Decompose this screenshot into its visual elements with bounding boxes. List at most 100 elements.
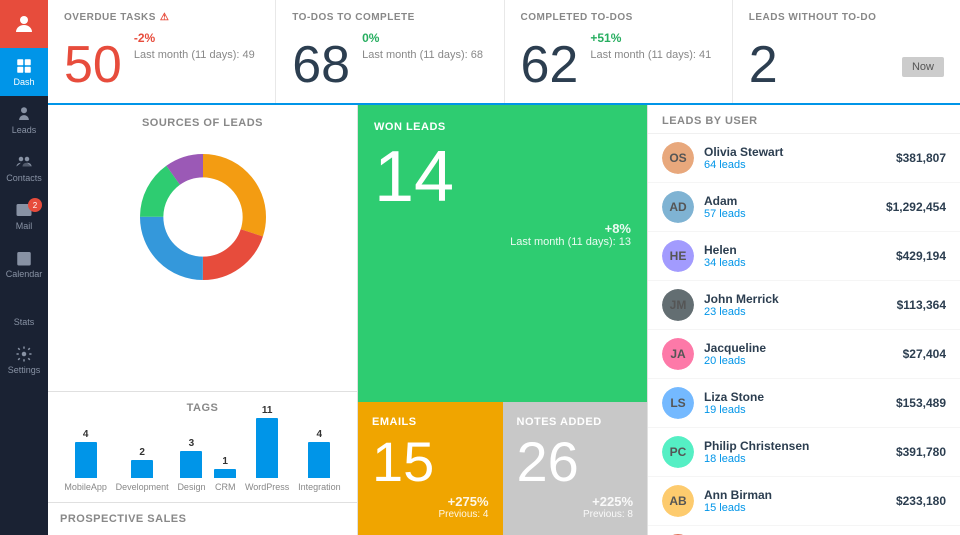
user-value: $1,292,454 bbox=[886, 200, 946, 214]
middle-section: SOURCES OF LEADS bbox=[48, 105, 960, 535]
sidebar-item-leads[interactable]: Leads bbox=[0, 96, 48, 144]
tag-bar bbox=[75, 442, 97, 478]
sidebar-label-leads: Leads bbox=[12, 125, 37, 135]
user-info: Adam 57 leads bbox=[704, 194, 876, 220]
notes-change: +225% bbox=[592, 494, 633, 509]
sidebar-label-stats: Stats bbox=[14, 317, 35, 327]
mail-badge: 2 bbox=[28, 198, 42, 212]
user-name: John Merrick bbox=[704, 292, 887, 306]
now-button[interactable]: Now bbox=[902, 57, 944, 77]
user-avatar-img: LS bbox=[662, 387, 694, 419]
user-row[interactable]: LS Liza Stone 19 leads $153,489 bbox=[648, 379, 960, 428]
user-value: $153,489 bbox=[896, 396, 946, 410]
leads-no-todo-card: LEADS WITHOUT TO-DO 2 Now bbox=[733, 0, 960, 103]
user-leads-count: 20 leads bbox=[704, 355, 893, 367]
leads-no-todo-number: 2 bbox=[749, 39, 778, 91]
prospective-title: PROSPECTIVE SALES bbox=[60, 513, 345, 525]
notes-number: 26 bbox=[517, 434, 634, 490]
user-leads-count: 57 leads bbox=[704, 208, 876, 220]
user-value: $381,807 bbox=[896, 151, 946, 165]
user-name: Jacqueline bbox=[704, 341, 893, 355]
sidebar-item-stats[interactable]: Stats bbox=[0, 288, 48, 336]
user-info: Philip Christensen 18 leads bbox=[704, 439, 886, 465]
sidebar-item-dash[interactable]: Dash bbox=[0, 48, 48, 96]
sidebar-label-dash: Dash bbox=[13, 77, 34, 87]
completed-sub: Last month (11 days): 41 bbox=[590, 49, 711, 61]
user-row[interactable]: JA Jacqueline 20 leads $27,404 bbox=[648, 330, 960, 379]
tag-bar-group: 4 MobileApp bbox=[64, 429, 107, 492]
sources-section: SOURCES OF LEADS bbox=[48, 105, 357, 391]
user-leads-count: 15 leads bbox=[704, 502, 886, 514]
user-value: $233,180 bbox=[896, 494, 946, 508]
user-row[interactable]: JM John Merrick 23 leads $113,364 bbox=[648, 281, 960, 330]
user-value: $391,780 bbox=[896, 445, 946, 459]
stats-row: OVERDUE TASKS ⚠ 50 -2% Last month (11 da… bbox=[48, 0, 960, 105]
user-name: Olivia Stewart bbox=[704, 145, 886, 159]
user-row[interactable]: AB Ann Birman 15 leads $233,180 bbox=[648, 477, 960, 526]
user-info: Helen 34 leads bbox=[704, 243, 886, 269]
overdue-change: -2% bbox=[134, 31, 255, 45]
won-leads-change: +8% bbox=[605, 221, 631, 236]
donut-chart bbox=[60, 137, 345, 297]
todos-card: TO-DOS TO COMPLETE 68 0% Last month (11 … bbox=[276, 0, 504, 103]
user-leads-count: 64 leads bbox=[704, 159, 886, 171]
user-leads-count: 19 leads bbox=[704, 404, 886, 416]
notes-card: NOTES ADDED 26 +225% Previous: 8 bbox=[503, 402, 648, 535]
prospective-section: PROSPECTIVE SALES bbox=[48, 502, 357, 535]
overdue-sub: Last month (11 days): 49 bbox=[134, 49, 255, 61]
user-row[interactable]: HE Helen 34 leads $429,194 bbox=[648, 232, 960, 281]
user-name: Ann Birman bbox=[704, 488, 886, 502]
tag-count: 4 bbox=[317, 429, 323, 440]
emails-card: EMAILS 15 +275% Previous: 4 bbox=[358, 402, 503, 535]
sidebar-item-calendar[interactable]: Calendar bbox=[0, 240, 48, 288]
user-leads-count: 18 leads bbox=[704, 453, 886, 465]
tag-label: Design bbox=[177, 482, 205, 492]
user-row[interactable]: PC Philip Christensen 18 leads $391,780 bbox=[648, 428, 960, 477]
won-leads-card: WON LEADS 14 +8% Last month (11 days): 1… bbox=[358, 105, 647, 402]
emails-change: +275% bbox=[448, 494, 489, 509]
warning-icon: ⚠ bbox=[160, 12, 169, 23]
user-value: $113,364 bbox=[897, 298, 946, 312]
won-leads-sub: +8% Last month (11 days): 13 bbox=[374, 221, 631, 248]
tag-count: 4 bbox=[83, 429, 89, 440]
tag-bar-group: 11 WordPress bbox=[245, 405, 289, 492]
user-avatar-img: AB bbox=[662, 485, 694, 517]
overdue-label: OVERDUE TASKS ⚠ bbox=[64, 12, 259, 23]
completed-change: +51% bbox=[590, 31, 711, 45]
user-value: $429,194 bbox=[896, 249, 946, 263]
todos-change: 0% bbox=[362, 31, 483, 45]
user-info: Ann Birman 15 leads bbox=[704, 488, 886, 514]
tag-bar bbox=[180, 451, 202, 478]
tags-chart: 4 MobileApp 2 Development 3 Design 1 CRM… bbox=[60, 422, 345, 492]
emails-title: EMAILS bbox=[372, 416, 489, 428]
user-row[interactable]: AD Adam 57 leads $1,292,454 bbox=[648, 183, 960, 232]
user-avatar-img: JA bbox=[662, 338, 694, 370]
tag-bar bbox=[308, 442, 330, 478]
todos-sub: Last month (11 days): 68 bbox=[362, 49, 483, 61]
emails-number: 15 bbox=[372, 434, 489, 490]
leads-by-user-panel: LEADS BY USER OS Olivia Stewart 64 leads… bbox=[648, 105, 960, 535]
leads-by-user-title: LEADS BY USER bbox=[648, 105, 960, 134]
tag-count: 2 bbox=[139, 447, 145, 458]
sidebar-item-settings[interactable]: Settings bbox=[0, 336, 48, 384]
tag-count: 1 bbox=[222, 456, 228, 467]
user-avatar-img: OS bbox=[662, 142, 694, 174]
sidebar-item-mail[interactable]: 2 Mail bbox=[0, 192, 48, 240]
main-content: OVERDUE TASKS ⚠ 50 -2% Last month (11 da… bbox=[48, 0, 960, 535]
todos-number: 68 bbox=[292, 39, 350, 91]
tag-bar-group: 2 Development bbox=[116, 447, 169, 492]
user-name: Philip Christensen bbox=[704, 439, 886, 453]
tags-title: TAGS bbox=[60, 402, 345, 414]
overdue-card: OVERDUE TASKS ⚠ 50 -2% Last month (11 da… bbox=[48, 0, 276, 103]
user-row[interactable]: OS Olivia Stewart 64 leads $381,807 bbox=[648, 134, 960, 183]
user-avatar[interactable] bbox=[0, 0, 48, 48]
sidebar-label-calendar: Calendar bbox=[6, 269, 43, 279]
user-avatar-img: PC bbox=[662, 436, 694, 468]
leads-no-todo-label: LEADS WITHOUT TO-DO bbox=[749, 12, 944, 23]
user-row[interactable]: KY Kate Young 12 leads $89,755 bbox=[648, 526, 960, 535]
tag-count: 3 bbox=[189, 438, 195, 449]
sidebar-item-contacts[interactable]: Contacts bbox=[0, 144, 48, 192]
user-value: $27,404 bbox=[903, 347, 946, 361]
tag-count: 11 bbox=[262, 405, 273, 416]
tag-bar bbox=[256, 418, 278, 478]
